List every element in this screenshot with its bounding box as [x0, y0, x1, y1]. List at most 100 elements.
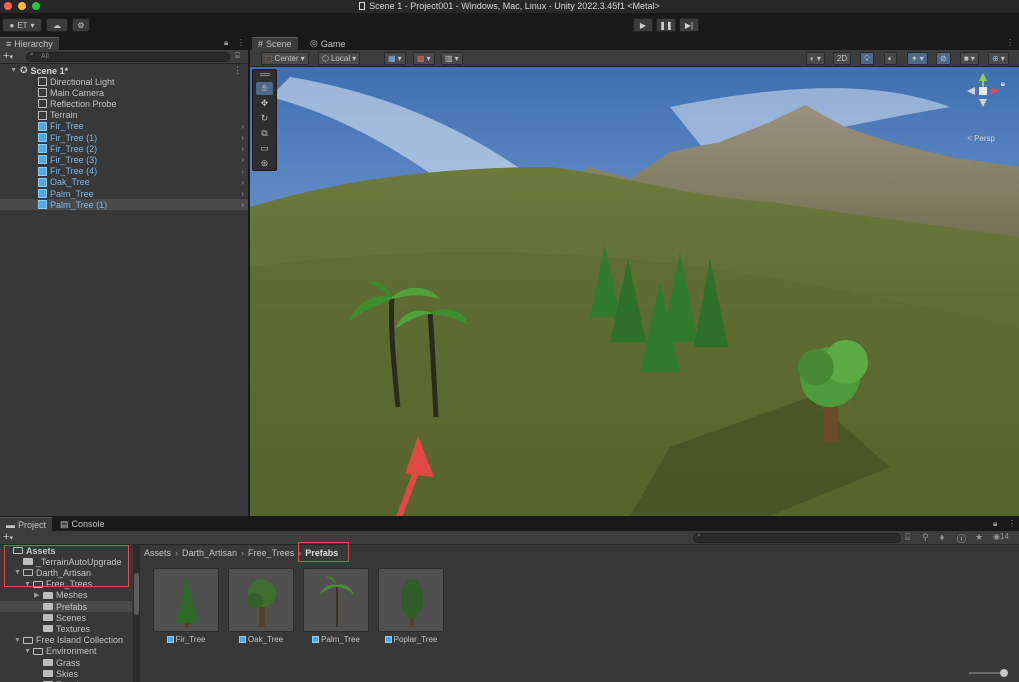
thumbnail-zoom-slider[interactable]	[969, 669, 1008, 677]
projection-label[interactable]: < Persp	[967, 134, 995, 143]
project-search-input[interactable]	[693, 533, 901, 543]
hierarchy-item[interactable]: Fir_Tree (2) ›	[0, 143, 248, 154]
label-tag-icon[interactable]: ⬧	[940, 532, 944, 543]
folder-tree-item[interactable]: Scenes	[0, 612, 132, 623]
info-icon[interactable]: ⓘ	[957, 532, 966, 545]
hierarchy-item[interactable]: Palm_Tree ›	[0, 188, 248, 199]
folder-tree-item[interactable]: Prefabs	[0, 601, 132, 612]
hierarchy-item[interactable]: Directional Light	[0, 76, 248, 87]
ruler-button[interactable]: ▥ ▾	[441, 52, 463, 65]
lock-icon[interactable]: 🔒︎	[1001, 79, 1005, 89]
chevron-right-icon[interactable]: ›	[241, 189, 244, 198]
chevron-right-icon[interactable]: ›	[241, 200, 244, 209]
orientation-gizmo[interactable]	[963, 71, 1003, 111]
audio-toggle[interactable]: 🔈︎	[884, 52, 897, 65]
hierarchy-item-label: Fir_Tree (4)	[50, 166, 98, 177]
add-object-button[interactable]: +▾	[3, 50, 13, 62]
tab-game[interactable]: ◎ Game	[304, 37, 351, 50]
chevron-right-icon[interactable]: ›	[241, 155, 244, 164]
ruler-icon: ▥	[445, 54, 453, 63]
hierarchy-item[interactable]: Fir_Tree (4) ›	[0, 166, 248, 177]
breadcrumb-item[interactable]: Free_Trees	[248, 548, 294, 558]
breadcrumb-item[interactable]: Assets	[144, 548, 171, 558]
favorite-star-icon[interactable]: ★	[975, 532, 983, 543]
step-button[interactable]: ▶|	[679, 18, 699, 32]
chevron-right-icon[interactable]: ›	[241, 178, 244, 187]
hierarchy-item[interactable]: Fir_Tree (3) ›	[0, 154, 248, 165]
hierarchy-item[interactable]: Palm_Tree (1) ›	[0, 199, 248, 211]
more-menu-icon[interactable]: ⋮	[1008, 519, 1016, 528]
asset-item[interactable]: Fir_Tree	[153, 568, 219, 644]
space-dropdown[interactable]: ⬡ Local ▾	[318, 52, 361, 65]
chevron-right-icon[interactable]: ›	[241, 122, 244, 131]
mode-2d-toggle[interactable]: 2D	[833, 52, 852, 65]
hierarchy-item[interactable]: Oak_Tree ›	[0, 177, 248, 188]
hierarchy-item[interactable]: Fir_Tree ›	[0, 121, 248, 132]
folder-icon	[43, 591, 53, 599]
hierarchy-item[interactable]: Reflection Probe	[0, 98, 248, 109]
hierarchy-item[interactable]: Fir_Tree (1) ›	[0, 132, 248, 143]
transform-tool-button[interactable]: ⊛	[256, 157, 273, 170]
folder-tree-item[interactable]: Grass	[0, 657, 132, 668]
expand-arrow-icon[interactable]: ▶	[34, 591, 43, 599]
account-dropdown[interactable]: ● ET ▾	[2, 18, 42, 32]
gizmos-dropdown[interactable]: ⊕ ▾	[988, 52, 1009, 65]
create-asset-button[interactable]: +▾	[3, 531, 13, 543]
scene-viewport[interactable]: ✋︎ ✥ ↻ ⧉ ▭ ⊛ 🔒︎ < Persp	[250, 67, 1019, 516]
search-by-type-icon[interactable]: ⌸	[905, 532, 910, 543]
effects-dropdown[interactable]: ✦ ▾	[907, 52, 928, 65]
tab-console[interactable]: ▤ Console	[54, 517, 111, 531]
grid-snap-button[interactable]: ▦ ▾	[384, 52, 406, 65]
folder-tree-item[interactable]: Textures	[0, 623, 132, 634]
folder-tree-item[interactable]: ▶ Meshes	[0, 590, 132, 601]
asset-item[interactable]: Poplar_Tree	[378, 568, 444, 644]
expand-arrow-icon[interactable]: ▼	[24, 648, 33, 655]
filter-icon[interactable]: ⚲	[922, 532, 929, 543]
chevron-right-icon[interactable]: ›	[241, 167, 244, 176]
drag-handle[interactable]	[260, 73, 270, 76]
pause-button[interactable]: ❚❚	[656, 18, 676, 32]
asset-item[interactable]: Oak_Tree	[228, 568, 294, 644]
hand-tool-button[interactable]: ✋︎	[256, 82, 273, 95]
search-options-icon[interactable]: ⌸	[235, 51, 240, 61]
hierarchy-item[interactable]: Terrain	[0, 110, 248, 121]
hidden-objects-toggle[interactable]: ⊘	[936, 52, 951, 65]
tree-scrollbar[interactable]	[133, 545, 140, 682]
camera-dropdown[interactable]: ■ ▾	[960, 52, 979, 65]
chevron-right-icon[interactable]: ›	[241, 144, 244, 153]
pivot-dropdown[interactable]: ⬚ Center ▾	[261, 52, 309, 65]
zoom-slider-knob[interactable]	[1000, 669, 1008, 677]
more-menu-icon[interactable]: ⋮	[237, 38, 245, 47]
play-button[interactable]: ▶	[633, 18, 653, 32]
hierarchy-search-input[interactable]: All	[26, 52, 230, 62]
lighting-toggle[interactable]: 💡︎	[860, 52, 874, 65]
visible-count[interactable]: ◉14	[993, 532, 1009, 541]
rect-tool-button[interactable]: ▭	[256, 142, 273, 155]
more-menu-icon[interactable]: ⋮	[233, 65, 242, 76]
tab-hierarchy[interactable]: ≡ Hierarchy	[0, 37, 59, 50]
rotate-tool-button[interactable]: ↻	[256, 112, 273, 125]
lock-icon[interactable]: 🔒︎	[224, 38, 228, 48]
lock-icon[interactable]: 🔒︎	[993, 519, 997, 529]
services-button[interactable]: ⚙	[72, 18, 90, 32]
folder-tree-item[interactable]: ▼ Free Island Collection	[0, 635, 132, 646]
tree-scrollbar-thumb[interactable]	[134, 573, 139, 615]
tab-scene[interactable]: # Scene	[252, 37, 298, 50]
scene-name: Scene 1*	[30, 65, 69, 76]
hierarchy-item[interactable]: Main Camera	[0, 87, 248, 98]
scale-tool-button[interactable]: ⧉	[256, 127, 273, 140]
chevron-right-icon[interactable]: ›	[241, 133, 244, 142]
folder-tree-item[interactable]: ▼ Environment	[0, 646, 132, 657]
cloud-button[interactable]: ☁	[46, 18, 68, 32]
asset-item[interactable]: Palm_Tree	[303, 568, 369, 644]
tab-project[interactable]: ▬ Project	[0, 517, 53, 531]
scene-root-row[interactable]: ▼ ✪ Scene 1* ⋮	[0, 65, 248, 76]
move-tool-button[interactable]: ✥	[256, 97, 273, 110]
tab-project-label: Project	[18, 519, 47, 530]
expand-arrow-icon[interactable]: ▼	[14, 637, 23, 644]
increment-snap-button[interactable]: ▩ ▾	[413, 52, 435, 65]
folder-tree-item[interactable]: Skies	[0, 668, 132, 679]
more-menu-icon[interactable]: ⋮	[1006, 38, 1014, 47]
breadcrumb-item[interactable]: Darth_Artisan	[182, 548, 237, 558]
shading-mode-dropdown[interactable]: ◐ ▾	[806, 52, 825, 65]
